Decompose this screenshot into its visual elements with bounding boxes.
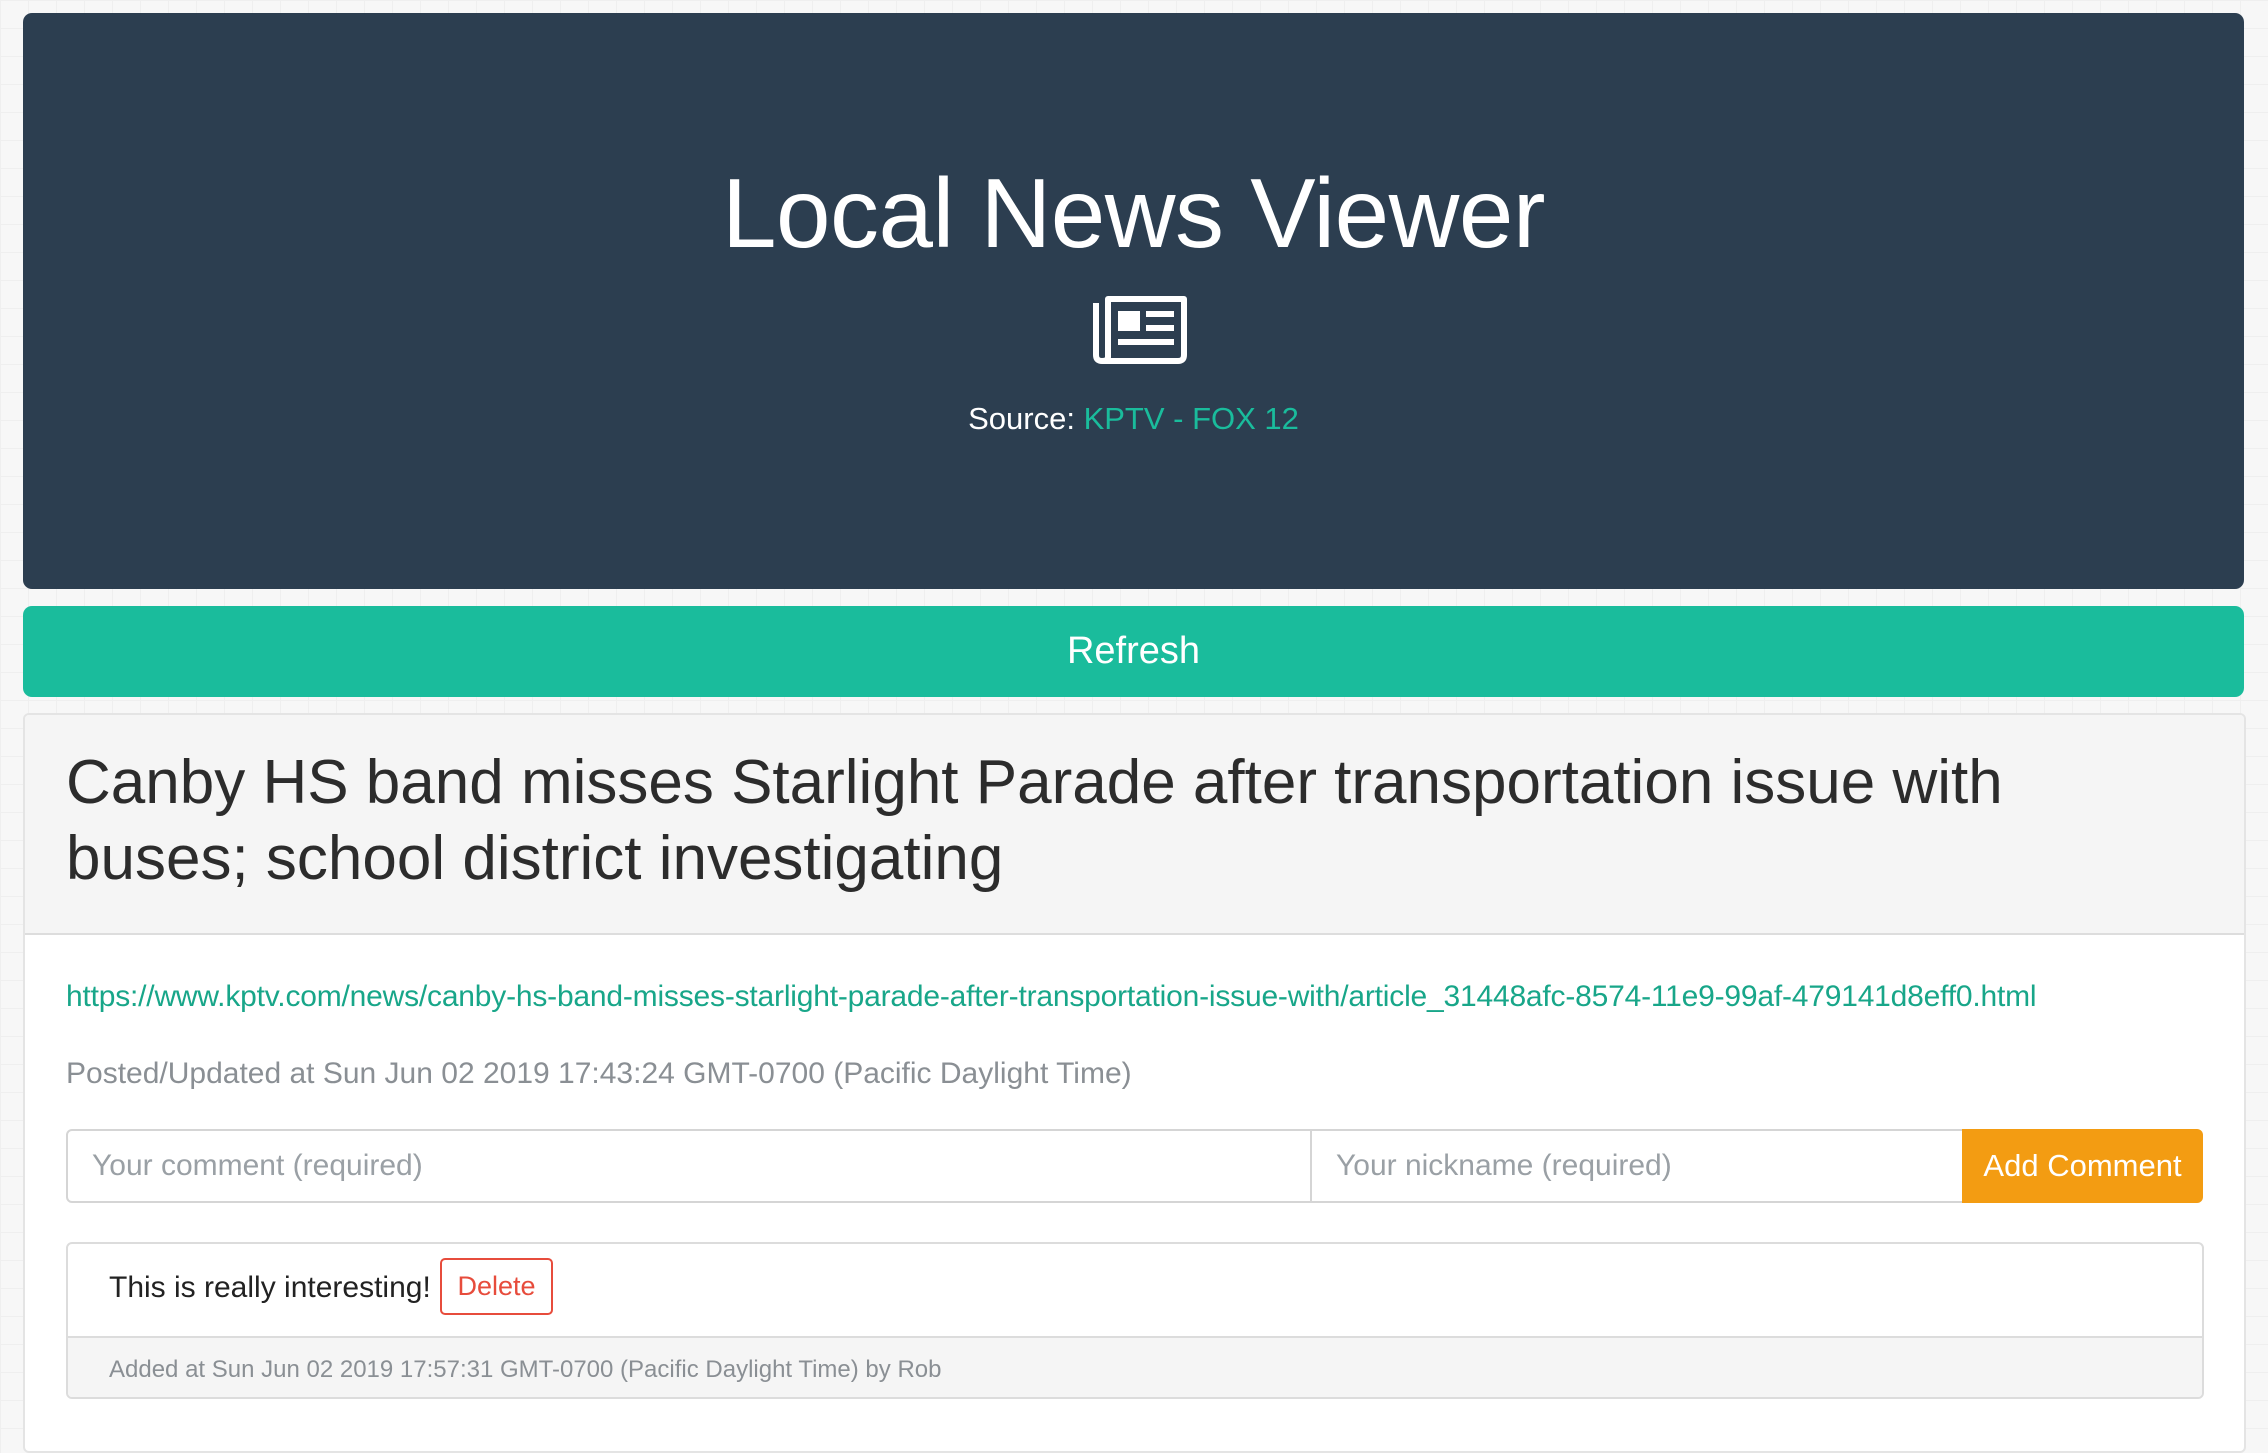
source-label: Source: [968, 401, 1075, 436]
newspaper-icon [1092, 296, 1187, 364]
posted-timestamp: Posted/Updated at Sun Jun 02 2019 17:43:… [66, 1057, 1132, 1090]
article-card: Canby HS band misses Starlight Parade af… [23, 713, 2246, 1453]
comment-card: This is really interesting! Delete Added… [66, 1242, 2204, 1399]
comment-form: Add Comment [66, 1129, 2203, 1203]
refresh-button[interactable]: Refresh [23, 606, 2244, 697]
source-link[interactable]: KPTV - FOX 12 [1084, 401, 1299, 436]
comment-input[interactable] [66, 1129, 1312, 1203]
page-title: Local News Viewer [721, 158, 1546, 268]
article-title: Canby HS band misses Starlight Parade af… [66, 748, 2003, 893]
comment-text: This is really interesting! [109, 1271, 431, 1304]
article-header: Canby HS band misses Starlight Parade af… [25, 715, 2244, 935]
add-comment-button[interactable]: Add Comment [1962, 1129, 2203, 1203]
comment-body: This is really interesting! Delete [68, 1244, 2202, 1338]
comment-footer: Added at Sun Jun 02 2019 17:57:31 GMT-07… [68, 1338, 2202, 1397]
article-link[interactable]: https://www.kptv.com/news/canby-hs-band-… [66, 977, 2037, 1017]
nickname-input[interactable] [1310, 1129, 1964, 1203]
comment-meta: Added at Sun Jun 02 2019 17:57:31 GMT-07… [109, 1356, 942, 1383]
delete-comment-button[interactable]: Delete [440, 1258, 553, 1315]
source-line: Source: KPTV - FOX 12 [23, 399, 2244, 439]
header-banner: Local News Viewer Source: KPTV - FOX 12 [23, 13, 2244, 589]
